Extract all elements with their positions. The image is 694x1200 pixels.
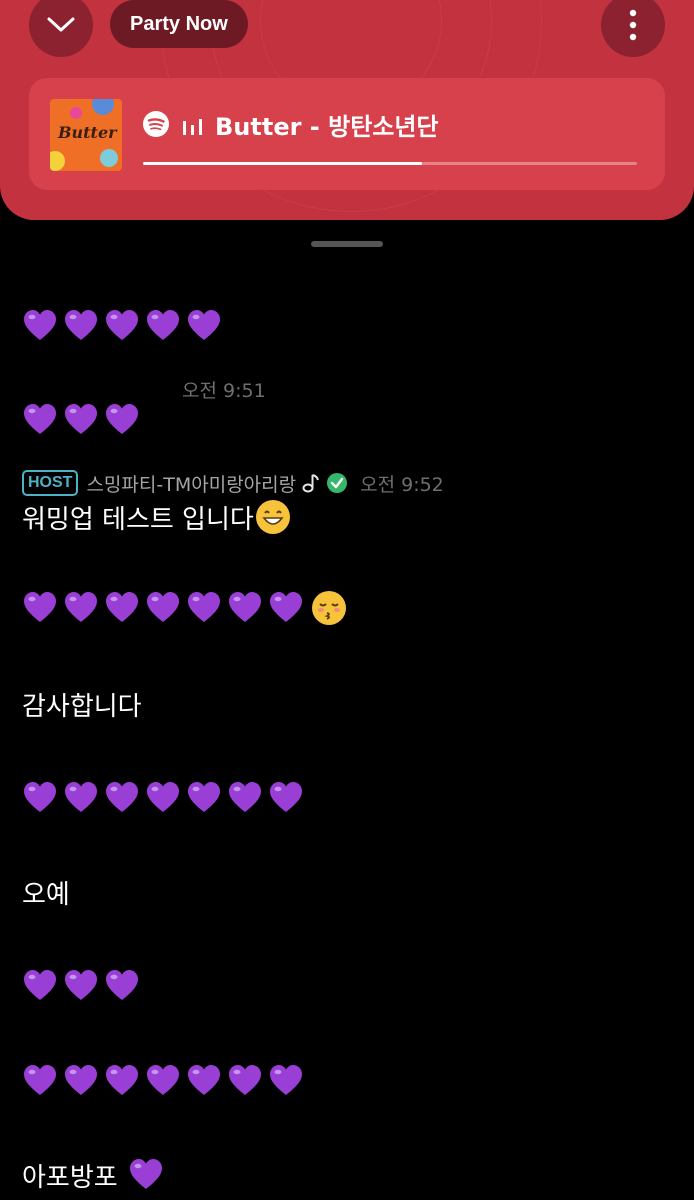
party-now-label: Party Now xyxy=(130,12,228,35)
purple-heart-emoji xyxy=(147,1065,179,1095)
equalizer-icon xyxy=(183,119,202,135)
purple-heart-emoji xyxy=(65,1065,97,1095)
purple-heart-emoji xyxy=(270,1065,302,1095)
more-options-button[interactable] xyxy=(601,0,665,57)
chat-message: 워밍업 테스트 입니다 xyxy=(22,498,290,536)
host-message-header: HOST 스밍파티-TM아미랑아리랑 오전 9:52 xyxy=(22,469,444,497)
chat-message xyxy=(22,968,140,1004)
playback-progress-bar xyxy=(143,162,637,165)
purple-heart-emoji xyxy=(65,404,97,434)
more-vertical-icon xyxy=(629,9,637,41)
party-now-badge[interactable]: Party Now xyxy=(110,0,248,48)
purple-heart-emoji xyxy=(65,310,97,340)
spotify-icon xyxy=(143,111,169,137)
heart-row xyxy=(22,780,304,816)
purple-heart-emoji xyxy=(24,592,56,622)
purple-heart-emoji xyxy=(147,592,179,622)
purple-heart-emoji xyxy=(65,782,97,812)
chat-message: 감사합니다 xyxy=(22,685,142,723)
chat-timestamp: 오전 9:51 xyxy=(182,376,266,403)
purple-heart-emoji xyxy=(106,310,138,340)
purple-heart-emoji xyxy=(106,782,138,812)
chat-message xyxy=(22,590,346,626)
now-playing-card[interactable]: Butter Butter - 방탄소년단 xyxy=(29,78,665,190)
purple-heart-emoji xyxy=(65,592,97,622)
purple-heart-emoji xyxy=(106,970,138,1000)
heart-row xyxy=(22,308,222,344)
chat-message: 아포방포 xyxy=(22,1155,164,1195)
music-note-icon xyxy=(302,474,320,493)
heart-row xyxy=(22,968,140,1004)
purple-heart-emoji xyxy=(270,782,302,812)
heart-row xyxy=(22,590,304,626)
purple-heart-emoji xyxy=(24,310,56,340)
heart-row xyxy=(22,402,140,438)
purple-heart-emoji xyxy=(147,310,179,340)
chat-message: 오예 xyxy=(22,873,70,911)
purple-heart-emoji xyxy=(270,592,302,622)
purple-heart-emoji xyxy=(106,404,138,434)
kissing-face-emoji xyxy=(312,591,346,625)
purple-heart-emoji xyxy=(229,592,261,622)
chat-message xyxy=(22,780,304,816)
collapse-button[interactable] xyxy=(29,0,93,57)
playback-progress-fill xyxy=(143,162,423,165)
chat-message xyxy=(22,1063,304,1099)
purple-heart-emoji xyxy=(106,592,138,622)
purple-heart-emoji xyxy=(147,782,179,812)
verified-icon xyxy=(327,473,348,493)
purple-heart-emoji xyxy=(188,310,220,340)
host-username[interactable]: 스밍파티-TM아미랑아리랑 xyxy=(86,470,296,497)
purple-heart-emoji xyxy=(188,782,220,812)
party-header: Party Now Butter Butter - 방탄소년단 xyxy=(0,0,694,220)
chat-message xyxy=(22,308,222,344)
chat-message xyxy=(22,402,140,438)
purple-heart-emoji xyxy=(229,782,261,812)
purple-heart-emoji xyxy=(24,404,56,434)
grinning-face-emoji xyxy=(255,500,290,534)
purple-heart-emoji xyxy=(24,970,56,1000)
message-time: 오전 9:51 xyxy=(182,380,266,402)
heart-row xyxy=(22,1063,304,1099)
purple-heart-emoji xyxy=(188,1065,220,1095)
track-info: Butter - 방탄소년단 xyxy=(143,106,439,142)
message-time: 오전 9:52 xyxy=(360,473,444,496)
host-badge: HOST xyxy=(22,470,79,496)
track-title: Butter - 방탄소년단 xyxy=(215,112,439,141)
message-text: 오예 xyxy=(22,879,70,910)
message-text: 워밍업 테스트 입니다 xyxy=(22,504,254,535)
drag-handle[interactable] xyxy=(311,241,383,247)
album-art: Butter xyxy=(50,99,122,171)
purple-heart-emoji xyxy=(188,592,220,622)
purple-heart-emoji xyxy=(24,782,56,812)
purple-heart-emoji xyxy=(106,1065,138,1095)
message-text: 감사합니다 xyxy=(22,691,142,722)
message-text: 아포방포 xyxy=(22,1162,118,1193)
purple-heart-emoji xyxy=(65,970,97,1000)
chevron-down-icon xyxy=(47,17,75,32)
purple-heart-emoji xyxy=(129,1159,162,1189)
album-art-title: Butter xyxy=(58,123,117,142)
purple-heart-emoji xyxy=(24,1065,56,1095)
purple-heart-emoji xyxy=(229,1065,261,1095)
